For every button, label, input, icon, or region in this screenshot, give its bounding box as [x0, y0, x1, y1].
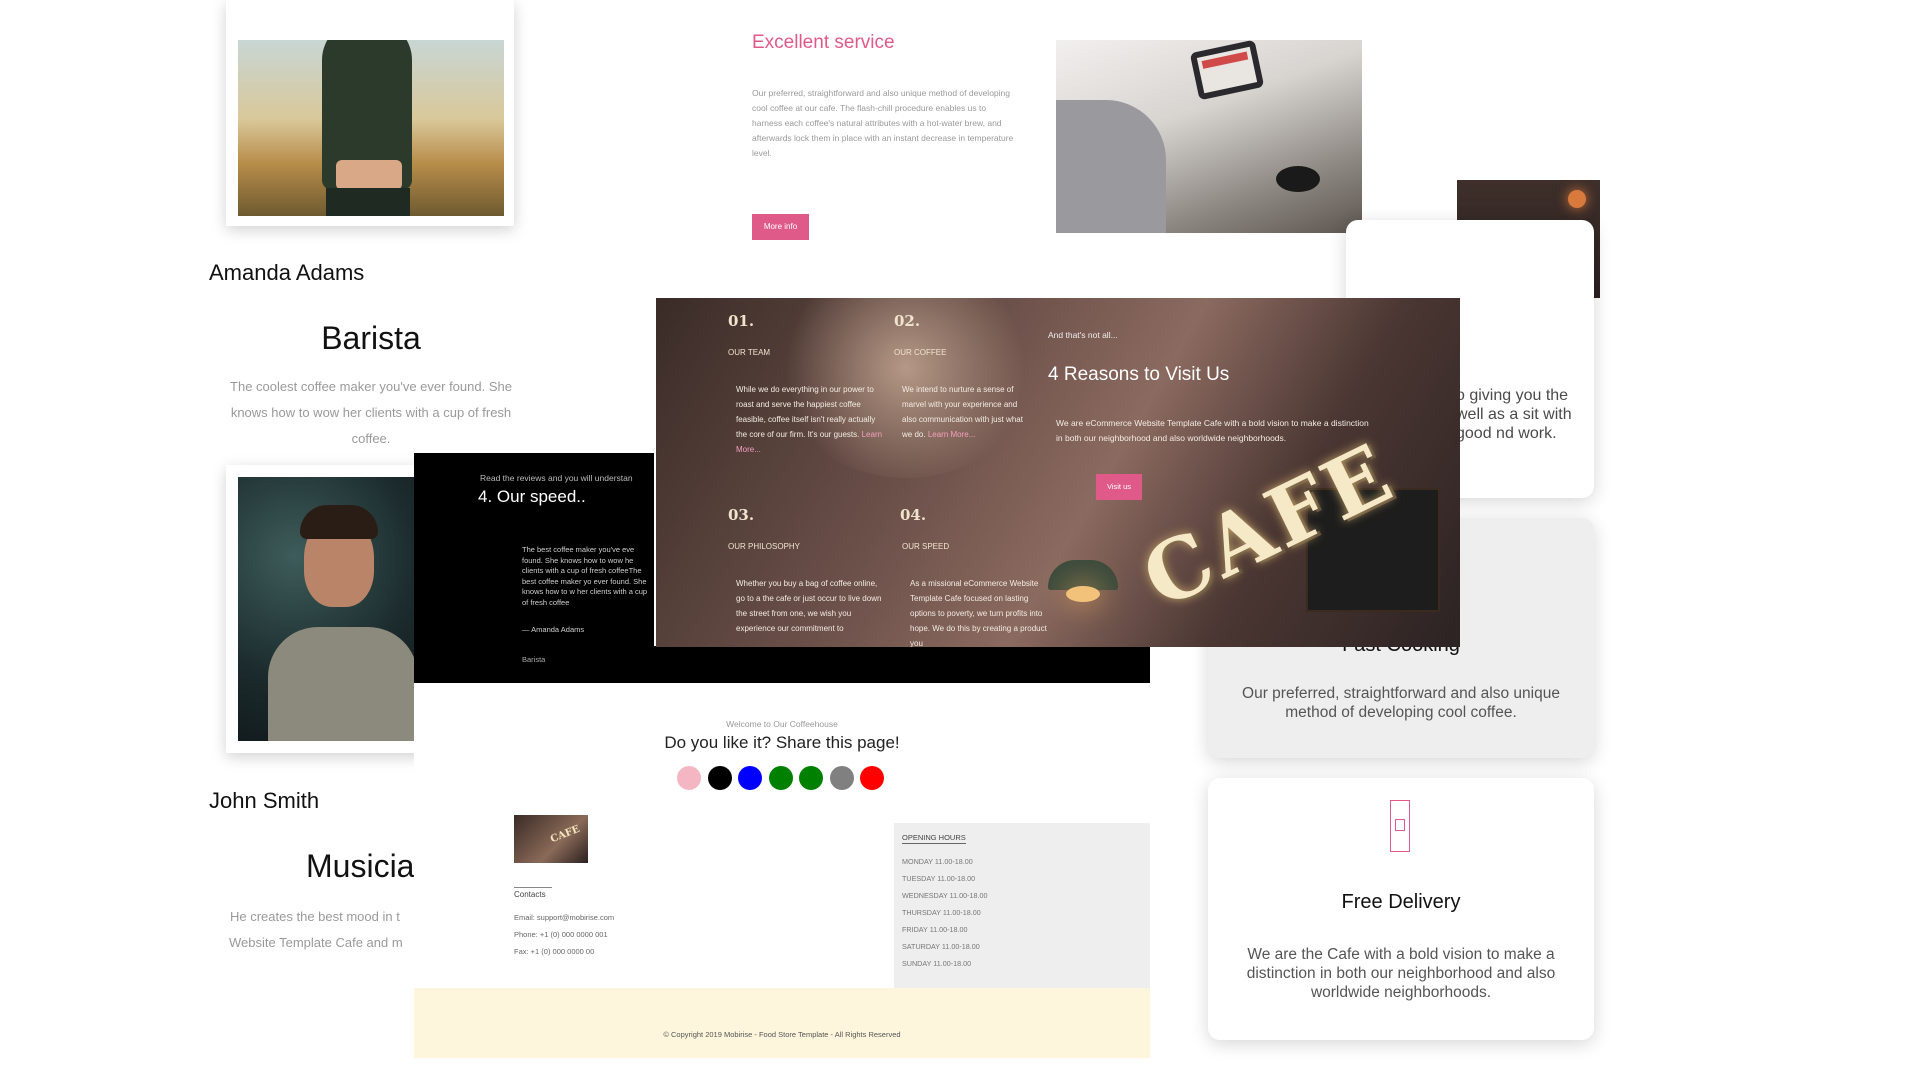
- member-desc-amanda: The coolest coffee maker you've ever fou…: [230, 379, 512, 446]
- hours-friday: Friday 11.00-18.00: [902, 925, 968, 934]
- hours-tuesday: Tuesday 11.00-18.00: [902, 874, 976, 883]
- share-dot-green-1[interactable]: [768, 766, 793, 790]
- opening-hours-heading: Opening Hours: [902, 833, 966, 844]
- free-delivery-desc: We are the Cafe with a bold vision to ma…: [1246, 946, 1556, 1001]
- reasons-kicker: And that's not all...: [1048, 330, 1118, 340]
- john-photo-frame: [226, 465, 426, 753]
- share-dot-green-2[interactable]: [799, 766, 823, 790]
- amanda-photo-frame: [226, 0, 514, 226]
- share-dot-blue[interactable]: [738, 766, 762, 790]
- reason-4-number: 04.: [900, 506, 927, 524]
- share-dot-black[interactable]: [707, 766, 732, 790]
- contact-phone: Phone: +1 (0) 000 0000 001: [514, 930, 608, 939]
- footer-cafe-thumbnail: CAFE: [514, 815, 588, 863]
- reason-2-learn-more-link[interactable]: Learn More...: [928, 430, 976, 439]
- speed-role: Barista: [522, 655, 546, 664]
- member-name-john: John Smith: [209, 788, 320, 813]
- share-dot-gray[interactable]: [829, 766, 854, 790]
- service-text: Our preferred, straightforward and also …: [752, 88, 1014, 158]
- contacts-heading: Contacts: [514, 887, 552, 899]
- hours-saturday: Saturday 11.00-18.00: [902, 942, 980, 951]
- share-footer-panel: Welcome to Our Coffeehouse Do you like i…: [414, 683, 1150, 1058]
- hours-monday: Monday 11.00-18.00: [902, 857, 973, 866]
- reasons-title: 4 Reasons to Visit Us: [1048, 364, 1230, 385]
- member-role-musician: Musicia: [306, 848, 415, 884]
- contact-email[interactable]: Email: support@mobirise.com: [514, 913, 614, 922]
- share-kicker: Welcome to Our Coffeehouse: [726, 719, 838, 729]
- speed-author: — Amanda Adams: [522, 625, 585, 634]
- reason-3-label: Our Philosophy: [728, 542, 801, 551]
- reason-2-text: We intend to nurture a sense of marvel w…: [902, 385, 1023, 439]
- share-title: Do you like it? Share this page!: [664, 733, 900, 752]
- service-title: Excellent service: [752, 32, 895, 53]
- copyright-bar: © Copyright 2019 Mobirise - Food Store T…: [414, 988, 1150, 1058]
- reason-1-text: While we do everything in our power to r…: [736, 385, 883, 454]
- opening-hours-box: Opening Hours Monday 11.00-18.00 Tuesday…: [894, 823, 1150, 988]
- reason-3-text: Whether you buy a bag of coffee online, …: [736, 579, 882, 633]
- reason-1-number: 01.: [728, 312, 755, 330]
- speed-quote: The best coffee maker you've eve found. …: [522, 545, 648, 607]
- share-dot-pink[interactable]: [677, 766, 701, 790]
- feature-card-free-delivery: Free Delivery We are the Cafe with a bol…: [1208, 778, 1594, 1040]
- tablet-photo: [1056, 40, 1362, 233]
- contact-fax: Fax: +1 (0) 000 0000 00: [514, 947, 595, 956]
- delivery-icon: [1390, 800, 1410, 852]
- reason-2-label: Our Coffee: [894, 348, 947, 357]
- copyright-text: © Copyright 2019 Mobirise - Food Store T…: [663, 1030, 901, 1039]
- hours-thursday: Thursday 11.00-18.00: [902, 908, 981, 917]
- speed-title: 4. Our speed..: [478, 487, 586, 506]
- member-name-amanda: Amanda Adams: [209, 260, 365, 285]
- hours-sunday: Sunday 11.00-18.00: [902, 959, 972, 968]
- reason-4-text: As a missional eCommerce Website Templat…: [910, 579, 1047, 647]
- member-role-barista: Barista: [321, 320, 421, 356]
- john-photo: [238, 477, 426, 741]
- reasons-desc: We are eCommerce Website Template Cafe w…: [1056, 418, 1369, 443]
- feature-top-text: o giving you the well as a sit with good…: [1456, 387, 1572, 442]
- hours-wednesday: Wednesday 11.00-18.00: [902, 891, 988, 900]
- speed-testimonial-panel: Read the reviews and you will understan …: [414, 453, 654, 683]
- fast-cooking-desc: Our preferred, straightforward and also …: [1242, 685, 1560, 721]
- amanda-photo: [238, 40, 504, 216]
- visit-us-button[interactable]: Visit us: [1096, 474, 1142, 500]
- reasons-panel: CAFE 01. Our Team While we do everything…: [656, 298, 1460, 647]
- member-desc-john-line2: Website Template Cafe and m: [229, 935, 403, 950]
- member-desc-john-line1: He creates the best mood in t: [230, 909, 400, 924]
- reason-2-number: 02.: [894, 312, 921, 330]
- speed-kicker: Read the reviews and you will understan: [480, 473, 633, 483]
- reason-3-number: 03.: [728, 506, 755, 524]
- more-info-button[interactable]: More info: [752, 214, 809, 240]
- share-dot-red[interactable]: [860, 766, 884, 790]
- speed-panel-bottom-strip: [654, 646, 1150, 683]
- reason-1-label: Our Team: [728, 348, 771, 357]
- free-delivery-title: Free Delivery: [1341, 891, 1461, 913]
- reason-4-label: Our Speed: [902, 542, 950, 551]
